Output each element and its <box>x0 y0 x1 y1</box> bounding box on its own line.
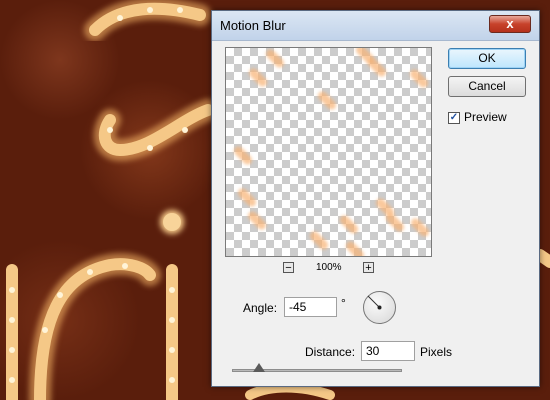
blur-streak <box>246 209 268 232</box>
blur-streak <box>308 229 330 252</box>
blur-streak <box>408 67 430 90</box>
angle-dial[interactable] <box>363 291 396 324</box>
motion-blur-dialog: Motion Blur x − 100% + OK Cancel ✓ Previ… <box>211 10 540 387</box>
angle-dial-icon <box>367 295 382 310</box>
close-button[interactable]: x <box>489 15 531 33</box>
blur-streak <box>247 66 269 89</box>
zoom-out-button[interactable]: − <box>283 262 294 274</box>
blur-streak <box>384 211 406 234</box>
plus-icon: + <box>365 262 372 274</box>
distance-slider-thumb[interactable] <box>253 363 265 372</box>
distance-unit-label: Pixels <box>420 345 453 359</box>
checkmark-icon: ✓ <box>449 112 459 123</box>
blur-streak <box>236 186 258 209</box>
close-icon: x <box>506 16 514 31</box>
ok-button[interactable]: OK <box>448 48 526 69</box>
angle-label: Angle: <box>243 301 278 315</box>
degree-symbol: ° <box>341 296 346 310</box>
blur-streak <box>264 48 286 70</box>
blur-streak <box>409 216 431 239</box>
angle-input[interactable]: -45 <box>284 297 337 317</box>
preview-checkbox[interactable]: ✓ <box>448 112 460 124</box>
blur-streak <box>232 144 254 167</box>
preview-label: Preview <box>464 110 507 124</box>
blur-streak <box>366 56 388 79</box>
blur-streak <box>338 213 360 236</box>
dialog-title: Motion Blur <box>220 18 286 33</box>
distance-label: Distance: <box>305 345 356 359</box>
title-bar[interactable]: Motion Blur x <box>212 11 539 41</box>
distance-input[interactable]: 30 <box>361 341 415 361</box>
blur-streak <box>344 239 366 256</box>
preview-canvas[interactable] <box>225 47 432 257</box>
zoom-in-button[interactable]: + <box>363 262 374 274</box>
zoom-level: 100% <box>316 262 342 273</box>
blur-streak <box>316 89 338 112</box>
minus-icon: − <box>285 262 292 274</box>
cancel-button[interactable]: Cancel <box>448 76 526 97</box>
